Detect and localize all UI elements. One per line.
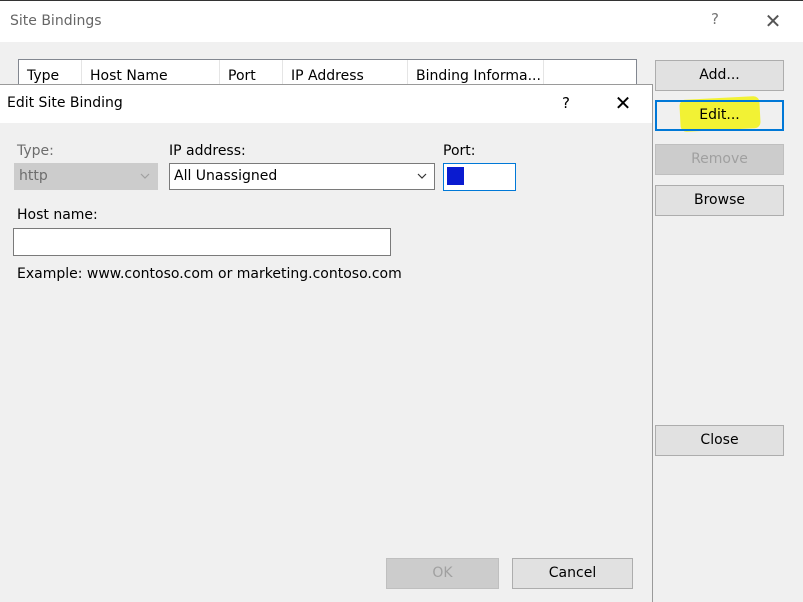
cancel-button[interactable]: Cancel: [512, 558, 633, 589]
edit-site-binding-dialog: Edit Site Binding ? ✕ Type: http IP addr…: [0, 84, 653, 602]
browse-button[interactable]: Browse: [655, 185, 784, 216]
close-button[interactable]: Close: [655, 425, 784, 456]
edit-site-binding-titlebar: Edit Site Binding ? ✕: [0, 85, 652, 123]
port-text-selection: [447, 167, 464, 185]
window-top-border: [0, 0, 803, 1]
ok-button: OK: [386, 558, 499, 589]
type-select-value: http: [19, 168, 48, 184]
edit-site-binding-title: Edit Site Binding: [7, 95, 123, 111]
add-button[interactable]: Add...: [655, 60, 784, 91]
host-name-label: Host name:: [17, 207, 98, 223]
port-label: Port:: [443, 143, 476, 159]
type-select: http: [14, 163, 158, 190]
ip-address-select-value: All Unassigned: [174, 168, 278, 184]
chevron-down-icon: [417, 173, 427, 179]
dialog-help-button[interactable]: ?: [556, 94, 576, 112]
edit-button[interactable]: Edit...: [655, 100, 784, 131]
host-name-example-text: Example: www.contoso.com or marketing.co…: [17, 266, 402, 282]
type-label: Type:: [17, 143, 54, 159]
remove-button: Remove: [655, 144, 784, 175]
dialog-close-icon[interactable]: ✕: [609, 92, 637, 114]
ip-address-label: IP address:: [169, 143, 246, 159]
edit-button-label: Edit...: [699, 107, 740, 123]
ip-address-select[interactable]: All Unassigned: [169, 163, 435, 190]
site-bindings-titlebar: Site Bindings ? ✕: [0, 0, 803, 42]
host-name-input[interactable]: [13, 228, 391, 256]
port-input[interactable]: [443, 163, 516, 191]
chevron-down-icon: [140, 173, 150, 179]
site-bindings-help-button[interactable]: ?: [705, 10, 725, 32]
site-bindings-close-icon[interactable]: ✕: [760, 10, 786, 34]
site-bindings-title: Site Bindings: [10, 13, 102, 29]
